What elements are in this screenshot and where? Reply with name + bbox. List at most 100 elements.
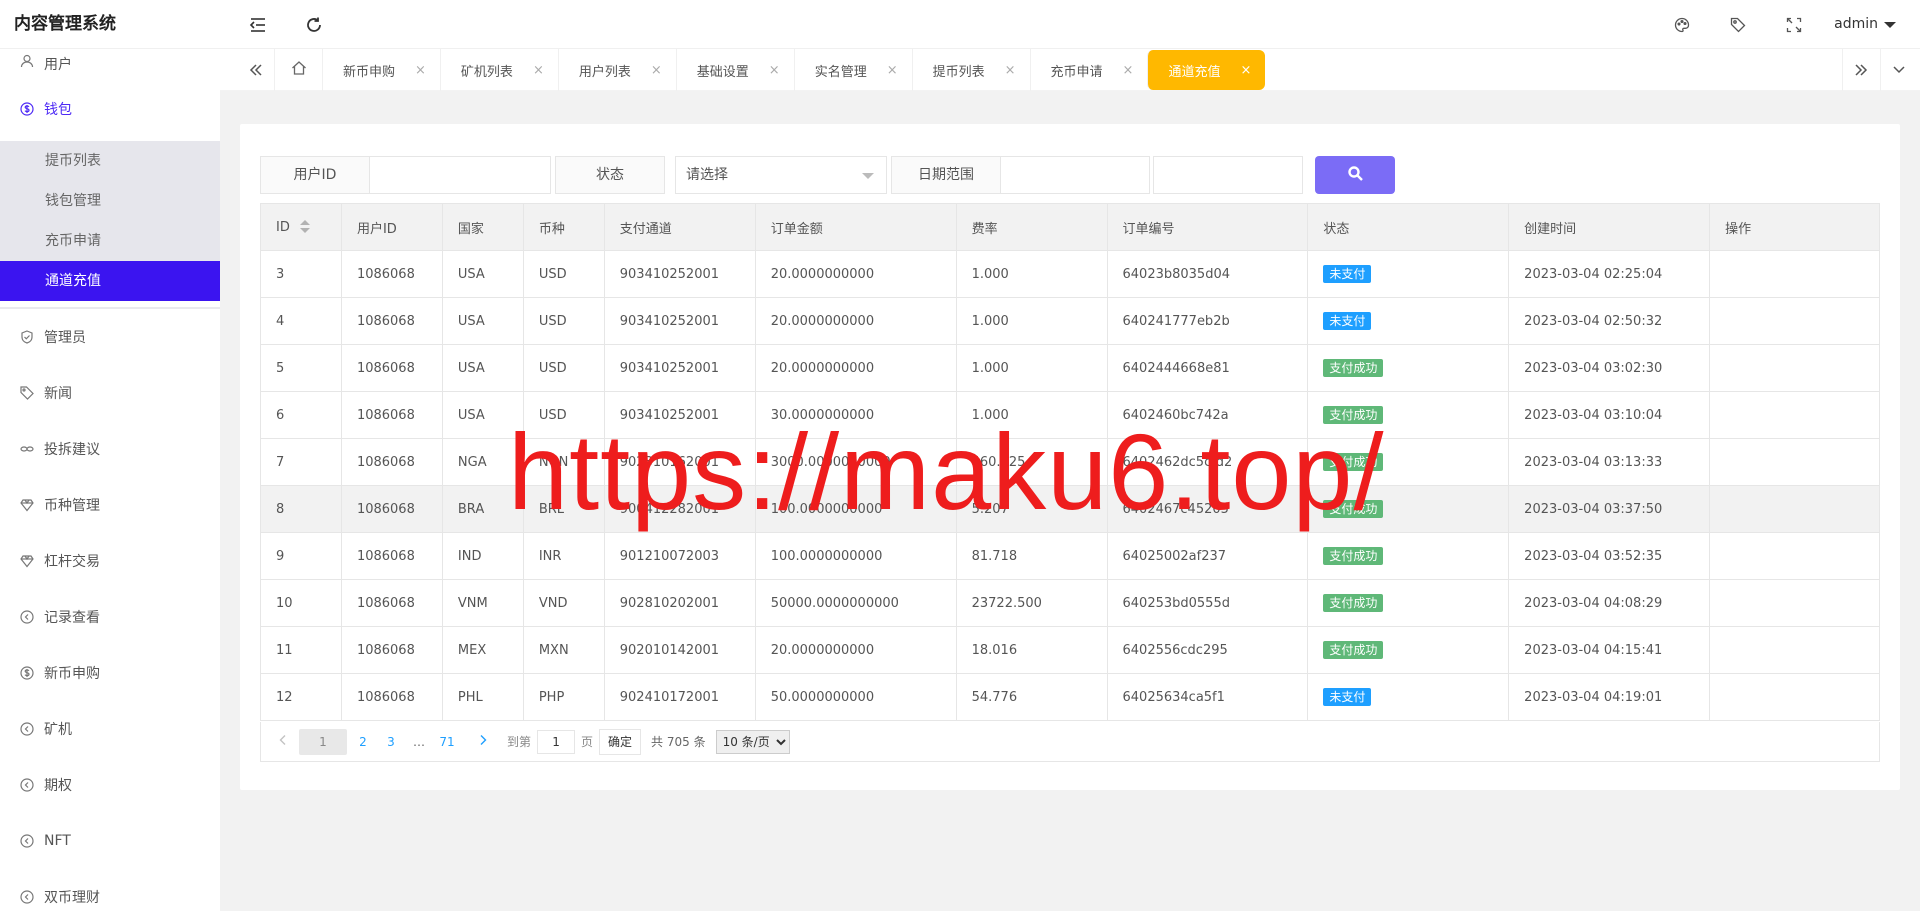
tab-user-list[interactable]: 用户列表 × [557, 49, 676, 91]
sidebar-item-admin[interactable]: 管理员 [0, 309, 220, 365]
tabs-scroll-right-icon[interactable] [1842, 49, 1878, 91]
close-icon[interactable]: × [533, 63, 544, 78]
close-icon[interactable]: × [1005, 63, 1016, 78]
close-icon[interactable]: × [887, 63, 898, 78]
sidebar-item-options[interactable]: 期权 [0, 757, 220, 813]
sidebar-item-label: 新闻 [44, 386, 72, 402]
page-link[interactable]: 2 [351, 729, 375, 755]
tag-icon[interactable] [1727, 14, 1749, 36]
page-ellipsis: … [413, 734, 425, 749]
cell-actions[interactable] [1709, 438, 1880, 486]
sidebar: 用户 钱包 提币列表 钱包管理 充币申请 通道充值 管理员 新闻 投拆建议 币种… [0, 49, 220, 911]
table-row: 7 1086068 NGA NGN 902310162001 3000.000000000… [260, 438, 1880, 486]
table-row: 8 1086068 BRA BRL 900412282001 100.0000000000… [260, 485, 1880, 533]
cell-actions[interactable] [1709, 673, 1880, 721]
cell-channel: 903410252001 [603, 344, 756, 392]
status-select[interactable]: 请选择 [675, 156, 887, 194]
column-header-id[interactable]: ID [260, 203, 342, 251]
sidebar-item-wallet[interactable]: 钱包 [0, 77, 220, 141]
next-page-icon[interactable] [471, 729, 495, 755]
user-menu[interactable]: admin [1834, 0, 1896, 49]
close-icon[interactable]: × [1240, 63, 1251, 78]
tab-channel-recharge[interactable]: 通道充值 × [1147, 50, 1266, 90]
close-icon[interactable]: × [1123, 63, 1134, 78]
diamond-icon [20, 554, 34, 568]
sort-icon[interactable] [299, 220, 310, 234]
goto-confirm-button[interactable]: 确定 [599, 728, 642, 755]
sidebar-subitem-deposit-apply[interactable]: 充币申请 [0, 221, 220, 261]
page-link[interactable]: 3 [379, 729, 403, 755]
cell-created: 2023-03-04 03:13:33 [1508, 438, 1711, 486]
cell-country: BRA [441, 485, 524, 533]
tab-new-coin[interactable]: 新币申购 × [322, 49, 440, 91]
sidebar-item-leverage[interactable]: 杠杆交易 [0, 533, 220, 589]
menu-fold-icon[interactable] [246, 13, 270, 37]
tab-withdraw-list[interactable]: 提币列表 × [911, 49, 1030, 91]
total-count: 共 705 条 [651, 735, 706, 749]
user-id-input[interactable] [369, 156, 551, 194]
cell-country: USA [441, 297, 524, 345]
sidebar-item-label: 管理员 [44, 330, 86, 346]
sidebar-item-suggestions[interactable]: 投拆建议 [0, 421, 220, 477]
chevron-down-icon [862, 173, 874, 179]
tab-kyc-manage[interactable]: 实名管理 × [793, 49, 912, 91]
cell-currency: NGN [522, 438, 605, 486]
user-id-label: 用户ID [260, 156, 370, 194]
close-icon[interactable]: × [769, 63, 780, 78]
tabs-scroll-left-icon[interactable] [238, 49, 274, 91]
page-size-select[interactable]: 10 条/页 [715, 729, 790, 754]
sidebar-item-new-coin[interactable]: 新币申购 [0, 645, 220, 701]
sidebar-item-user[interactable]: 用户 [0, 49, 220, 77]
cell-status: 支付成功 [1307, 485, 1510, 533]
refresh-icon[interactable] [302, 13, 326, 37]
tabs-menu-chevron-down-icon[interactable] [1880, 49, 1916, 91]
cell-actions[interactable] [1709, 579, 1880, 627]
date-start-input[interactable] [1000, 156, 1150, 194]
sidebar-subitem-withdraw-list[interactable]: 提币列表 [0, 141, 220, 181]
table-row: 6 1086068 USA USD 903410252001 30.0000000000 1… [260, 391, 1880, 439]
close-icon[interactable]: × [415, 63, 426, 78]
page-current[interactable]: 1 [299, 728, 347, 755]
prev-page-icon[interactable] [271, 729, 295, 755]
sidebar-item-records[interactable]: 记录查看 [0, 589, 220, 645]
cell-user-id: 1086068 [340, 344, 443, 392]
sidebar-item-label: 杠杆交易 [44, 554, 100, 570]
search-button[interactable] [1315, 156, 1395, 194]
palette-icon[interactable] [1671, 14, 1693, 36]
tab-home[interactable] [274, 49, 322, 91]
tab-basic-settings[interactable]: 基础设置 × [675, 49, 794, 91]
cell-user-id: 1086068 [340, 438, 443, 486]
cell-status: 未支付 [1307, 673, 1510, 721]
cell-currency: USD [522, 297, 605, 345]
cell-actions[interactable] [1709, 532, 1880, 580]
goto-page-input[interactable] [537, 729, 576, 754]
sidebar-item-dual-coin[interactable]: 双币理财 [0, 869, 220, 911]
cell-rate: 1.000 [955, 297, 1108, 345]
fullscreen-icon[interactable] [1783, 14, 1805, 36]
tab-miner-list[interactable]: 矿机列表 × [439, 49, 558, 91]
cell-actions[interactable] [1709, 250, 1880, 298]
table-header-row: ID 用户ID 国家 币种 支付通道 订单金额 费率 订单编号 状态 创建时间 … [260, 203, 1880, 251]
cell-order-no: 640241777eb2b [1106, 297, 1309, 345]
sidebar-item-currency-manage[interactable]: 币种管理 [0, 477, 220, 533]
cell-actions[interactable] [1709, 626, 1880, 674]
sidebar-item-nft[interactable]: NFT [0, 813, 220, 869]
cell-country: USA [441, 391, 524, 439]
close-icon[interactable]: × [651, 63, 662, 78]
caret-down-icon [1884, 21, 1896, 28]
cell-actions[interactable] [1709, 297, 1880, 345]
diamond-icon [20, 498, 34, 512]
date-end-input[interactable] [1153, 156, 1303, 194]
sidebar-item-miner[interactable]: 矿机 [0, 701, 220, 757]
cell-actions[interactable] [1709, 485, 1880, 533]
cell-actions[interactable] [1709, 391, 1880, 439]
sidebar-item-news[interactable]: 新闻 [0, 365, 220, 421]
column-header-country: 国家 [441, 203, 524, 251]
cell-actions[interactable] [1709, 344, 1880, 392]
sidebar-subitem-wallet-manage[interactable]: 钱包管理 [0, 181, 220, 221]
cell-user-id: 1086068 [340, 673, 443, 721]
page-last[interactable]: 71 [435, 729, 459, 755]
sidebar-subitem-channel-recharge[interactable]: 通道充值 [0, 261, 220, 301]
sidebar-item-label: 新币申购 [44, 666, 100, 682]
tab-deposit-apply[interactable]: 充币申请 × [1029, 49, 1148, 91]
